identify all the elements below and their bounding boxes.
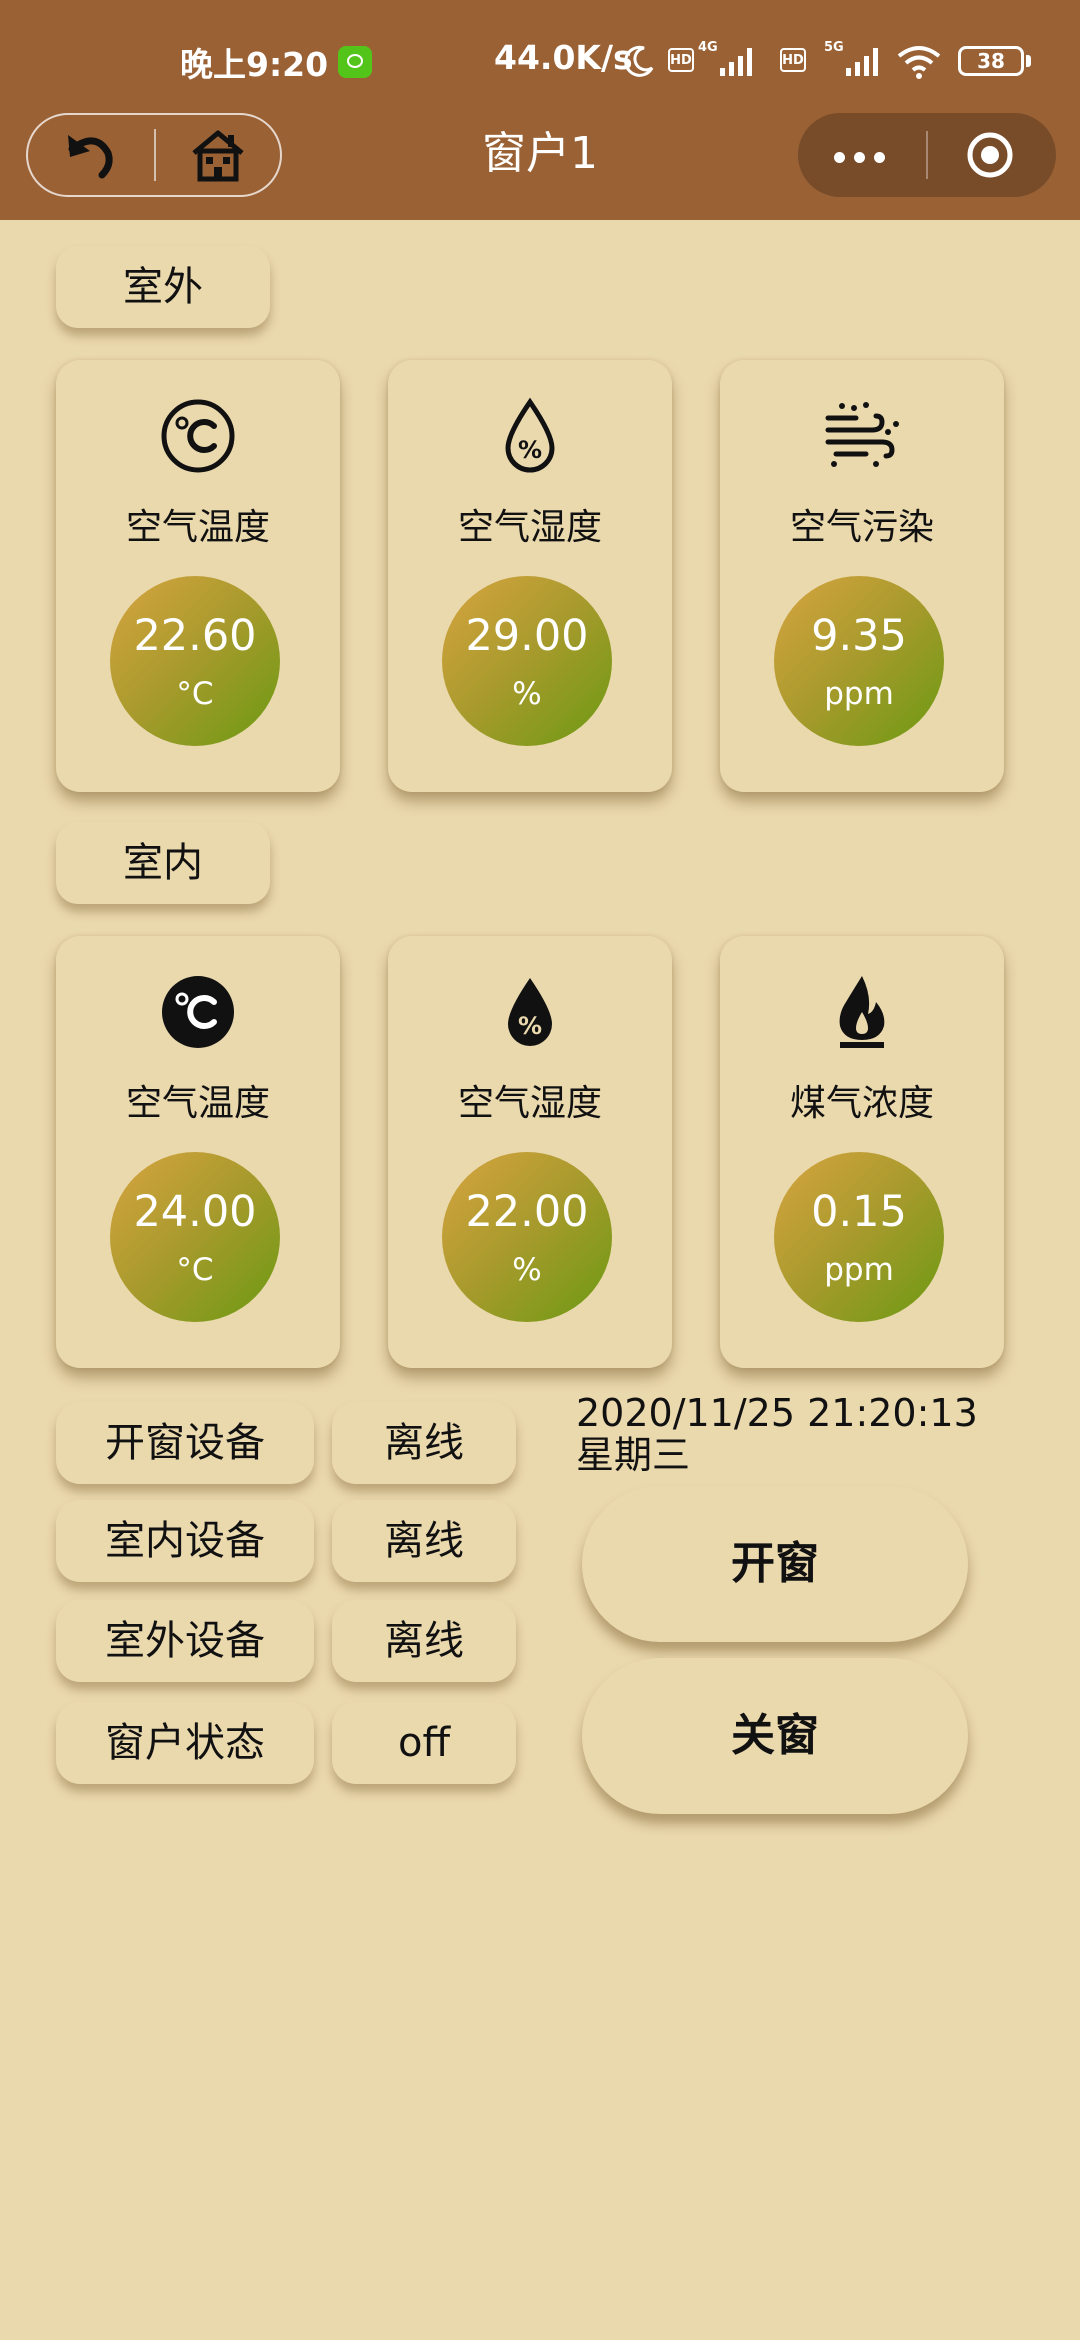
gauge-value: 22.60 (133, 611, 257, 661)
battery-icon: 38 (958, 46, 1024, 76)
thermometer-celsius-icon (161, 399, 235, 473)
battery-level: 38 (977, 49, 1005, 73)
gauge-value: 24.00 (133, 1187, 257, 1237)
card-label: 煤气浓度 (789, 1083, 934, 1124)
value-gauge: 22.00 % (442, 1152, 612, 1322)
section-tag-indoor: 室内 (56, 822, 270, 904)
network-type-5g: 5G (824, 40, 844, 55)
air-pollution-icon (825, 402, 899, 467)
battery-cap (1026, 55, 1031, 67)
gas-flame-icon (839, 976, 885, 1048)
status-label-window-device: 开窗设备 (56, 1402, 314, 1484)
value-gauge: 9.35 ppm (774, 576, 944, 746)
back-arrow-icon[interactable] (62, 127, 118, 183)
gauge-unit: % (512, 1252, 542, 1288)
card-indoor-temperature: 空气温度 24.00 °C (56, 936, 340, 1368)
gauge-unit: ppm (824, 676, 894, 712)
card-outdoor-temperature: 空气温度 22.60 °C (56, 360, 340, 792)
card-outdoor-humidity: % 空气湿度 29.00 % (388, 360, 672, 792)
status-value-outdoor-device: 离线 (332, 1600, 516, 1682)
do-not-disturb-moon-icon (624, 45, 654, 77)
gauge-unit: ppm (824, 1252, 894, 1288)
page-title: 窗户1 (482, 128, 598, 179)
status-label-indoor-device: 室内设备 (56, 1500, 314, 1582)
status-value-window-state: off (332, 1702, 516, 1784)
card-label: 空气温度 (125, 1083, 270, 1124)
network-type-4g: 4G (698, 40, 718, 55)
value-gauge: 22.60 °C (110, 576, 280, 746)
status-label-window-state: 窗户状态 (56, 1702, 314, 1784)
close-miniprogram-icon[interactable] (966, 131, 1014, 179)
svg-text:%: % (518, 436, 542, 464)
gauge-value: 0.15 (811, 1187, 907, 1237)
value-gauge: 0.15 ppm (774, 1152, 944, 1322)
status-bar: 晚上9:20 44.0K/s HD 4G HD 5G 38 (0, 0, 1080, 125)
network-speed: 44.0K/s (494, 38, 633, 77)
current-weekday: 星期三 (576, 1433, 691, 1477)
nav-divider (154, 129, 156, 181)
signal-strength-icon-2 (846, 48, 878, 76)
card-indoor-gas: 煤气浓度 0.15 ppm (720, 936, 1004, 1368)
nav-divider-right (926, 131, 928, 179)
nav-right-capsule (798, 113, 1056, 197)
status-label-outdoor-device: 室外设备 (56, 1600, 314, 1682)
humidity-drop-icon: % (505, 397, 555, 473)
signal-strength-icon (720, 48, 752, 76)
humidity-drop-icon: % (508, 978, 552, 1046)
card-indoor-humidity: % 空气湿度 22.00 % (388, 936, 672, 1368)
gauge-unit: °C (176, 1252, 214, 1288)
card-label: 空气温度 (125, 507, 270, 548)
thermometer-celsius-icon (162, 976, 234, 1048)
current-datetime: 2020/11/25 21:20:13 (576, 1391, 978, 1435)
card-label: 空气湿度 (457, 507, 602, 548)
gauge-value: 22.00 (465, 1187, 589, 1237)
nav-left-capsule (26, 113, 282, 197)
hd-icon-2: HD (780, 48, 806, 72)
svg-text:%: % (518, 1012, 542, 1040)
hd-icon: HD (668, 48, 694, 72)
gauge-unit: % (512, 676, 542, 712)
value-gauge: 24.00 °C (110, 1152, 280, 1322)
status-value-indoor-device: 离线 (332, 1500, 516, 1582)
card-label: 空气污染 (789, 507, 934, 548)
value-gauge: 29.00 % (442, 576, 612, 746)
more-options-icon[interactable] (824, 125, 894, 185)
status-time: 晚上9:20 (180, 45, 329, 84)
app-header: 晚上9:20 44.0K/s HD 4G HD 5G 38 窗户1 (0, 0, 1080, 220)
gauge-value: 29.00 (465, 611, 589, 661)
home-building-icon[interactable] (188, 125, 248, 185)
card-outdoor-pollution: 空气污染 9.35 ppm (720, 360, 1004, 792)
gauge-unit: °C (176, 676, 214, 712)
status-value-window-device: 离线 (332, 1402, 516, 1484)
open-window-button[interactable]: 开窗 (582, 1486, 968, 1642)
card-label: 空气湿度 (457, 1083, 602, 1124)
wechat-notification-icon (338, 46, 372, 78)
wifi-icon (897, 46, 941, 79)
close-window-button[interactable]: 关窗 (582, 1658, 968, 1814)
section-tag-outdoor: 室外 (56, 246, 270, 328)
gauge-value: 9.35 (811, 611, 907, 661)
